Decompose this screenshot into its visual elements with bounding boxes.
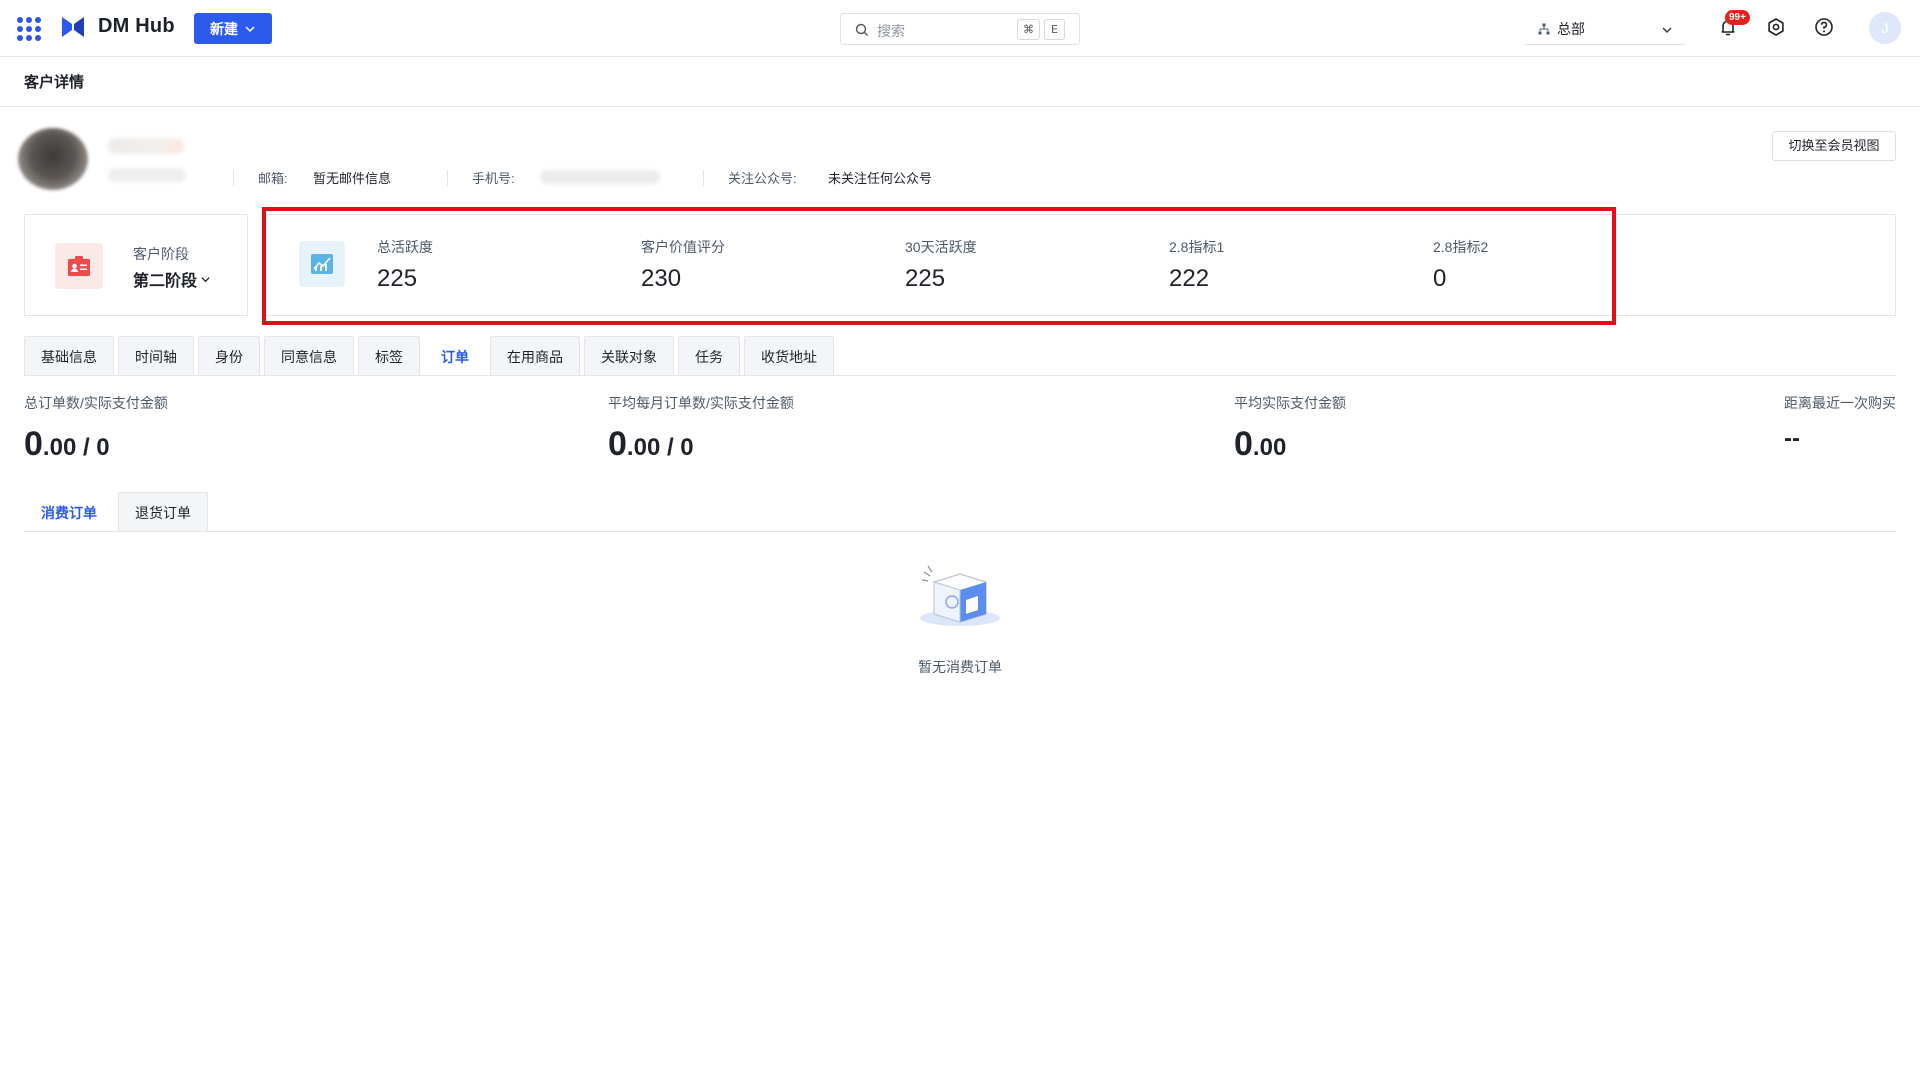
stat-value: 0.00 / 0	[24, 425, 168, 464]
stat-label: 平均实际支付金额	[1234, 395, 1346, 411]
tab-timeline[interactable]: 时间轴	[118, 336, 194, 376]
switch-member-view-button[interactable]: 切换至会员视图	[1772, 131, 1896, 161]
header-divider	[0, 106, 1920, 107]
tab-basic-info[interactable]: 基础信息	[24, 336, 114, 376]
tabs-divider	[24, 375, 1896, 376]
user-avatar[interactable]: J	[1869, 12, 1901, 44]
stat-label: 距离最近一次购买	[1784, 395, 1896, 411]
tab-consent[interactable]: 同意信息	[264, 336, 354, 376]
org-tree-icon	[1538, 23, 1550, 35]
subtabs-divider	[24, 531, 1896, 532]
email-label: 邮箱:	[258, 171, 288, 186]
stat-value-rest: .00 / 0	[42, 434, 110, 461]
divider	[233, 170, 234, 186]
customer-stage-dropdown[interactable]: 第二阶段	[133, 267, 211, 291]
search-icon	[855, 23, 868, 36]
email-value: 暂无邮件信息	[313, 171, 392, 186]
phone-label: 手机号:	[472, 171, 515, 186]
tab-tasks[interactable]: 任务	[678, 336, 740, 376]
phone-value-redacted	[540, 170, 660, 184]
tab-consumption-orders[interactable]: 消费订单	[24, 492, 114, 532]
stat-value-rest: .00	[1252, 434, 1287, 461]
customer-stage-value: 第二阶段	[133, 273, 198, 290]
chevron-down-icon	[201, 277, 210, 283]
org-selector[interactable]: 总部	[1525, 13, 1685, 45]
detail-tabs: 基础信息 时间轴 身份 同意信息 标签 订单 在用商品 关联对象 任务 收货地址	[24, 336, 834, 376]
divider	[703, 170, 704, 186]
customer-avatar	[18, 128, 88, 190]
empty-state-text: 暂无消费订单	[918, 659, 1002, 675]
settings-icon[interactable]	[1765, 16, 1787, 38]
tab-identity[interactable]: 身份	[198, 336, 260, 376]
tab-shipping-address[interactable]: 收货地址	[744, 336, 834, 376]
app-grid-icon[interactable]	[17, 17, 41, 41]
highlight-annotation-box	[262, 207, 1616, 325]
customer-stage-label: 客户阶段	[133, 246, 189, 262]
stat-label: 总订单数/实际支付金额	[24, 395, 168, 411]
tab-related-objects[interactable]: 关联对象	[584, 336, 674, 376]
empty-box-icon	[920, 565, 1000, 626]
page-title: 客户详情	[24, 74, 85, 91]
shortcut-key-e: E	[1044, 19, 1065, 40]
tab-orders[interactable]: 订单	[424, 336, 486, 376]
help-icon[interactable]	[1813, 16, 1835, 38]
customer-stage-card: 客户阶段 第二阶段	[24, 214, 248, 316]
chevron-down-icon	[1662, 27, 1672, 33]
notification-badge: 99+	[1725, 10, 1750, 25]
stat-value: 0.00 / 0	[608, 425, 794, 464]
search-placeholder: 搜索	[877, 23, 905, 39]
tab-tags[interactable]: 标签	[358, 336, 420, 376]
tab-products-in-use[interactable]: 在用商品	[490, 336, 580, 376]
stat-monthly-avg-orders: 平均每月订单数/实际支付金额 0.00 / 0	[608, 393, 794, 464]
dm-hub-logo-icon	[62, 17, 84, 37]
divider	[447, 170, 448, 186]
search-box[interactable]: 搜索 ⌘ E	[840, 13, 1080, 45]
stat-value: --	[1784, 425, 1896, 453]
stat-value: 0.00	[1234, 425, 1346, 464]
order-type-tabs: 消费订单 退货订单	[24, 492, 208, 532]
new-button-label: 新建	[210, 20, 238, 37]
shortcut-key-cmd: ⌘	[1017, 19, 1040, 40]
stat-total-orders: 总订单数/实际支付金额 0.00 / 0	[24, 393, 168, 464]
stat-value-int: 0	[1234, 425, 1253, 463]
chevron-down-icon	[245, 25, 255, 32]
stat-value-int: 0	[24, 425, 43, 463]
customer-id-redacted	[108, 168, 186, 182]
stat-value-int: --	[1784, 425, 1800, 452]
wechat-value: 未关注任何公众号	[828, 171, 933, 186]
app-name: DM Hub	[98, 15, 175, 37]
id-card-icon	[55, 243, 103, 289]
org-selector-label: 总部	[1557, 21, 1585, 37]
stat-label: 平均每月订单数/实际支付金额	[608, 395, 794, 411]
stat-avg-payment: 平均实际支付金额 0.00	[1234, 393, 1346, 464]
new-button[interactable]: 新建	[194, 13, 272, 44]
stat-value-rest: .00 / 0	[626, 434, 694, 461]
customer-name-redacted	[108, 138, 184, 154]
stat-last-purchase: 距离最近一次购买 --	[1784, 393, 1896, 453]
tab-return-orders[interactable]: 退货订单	[118, 492, 208, 532]
wechat-label: 关注公众号:	[728, 171, 797, 186]
top-bar: DM Hub 新建 搜索 ⌘ E 总部 99+ J	[0, 0, 1920, 57]
stat-value-int: 0	[608, 425, 627, 463]
